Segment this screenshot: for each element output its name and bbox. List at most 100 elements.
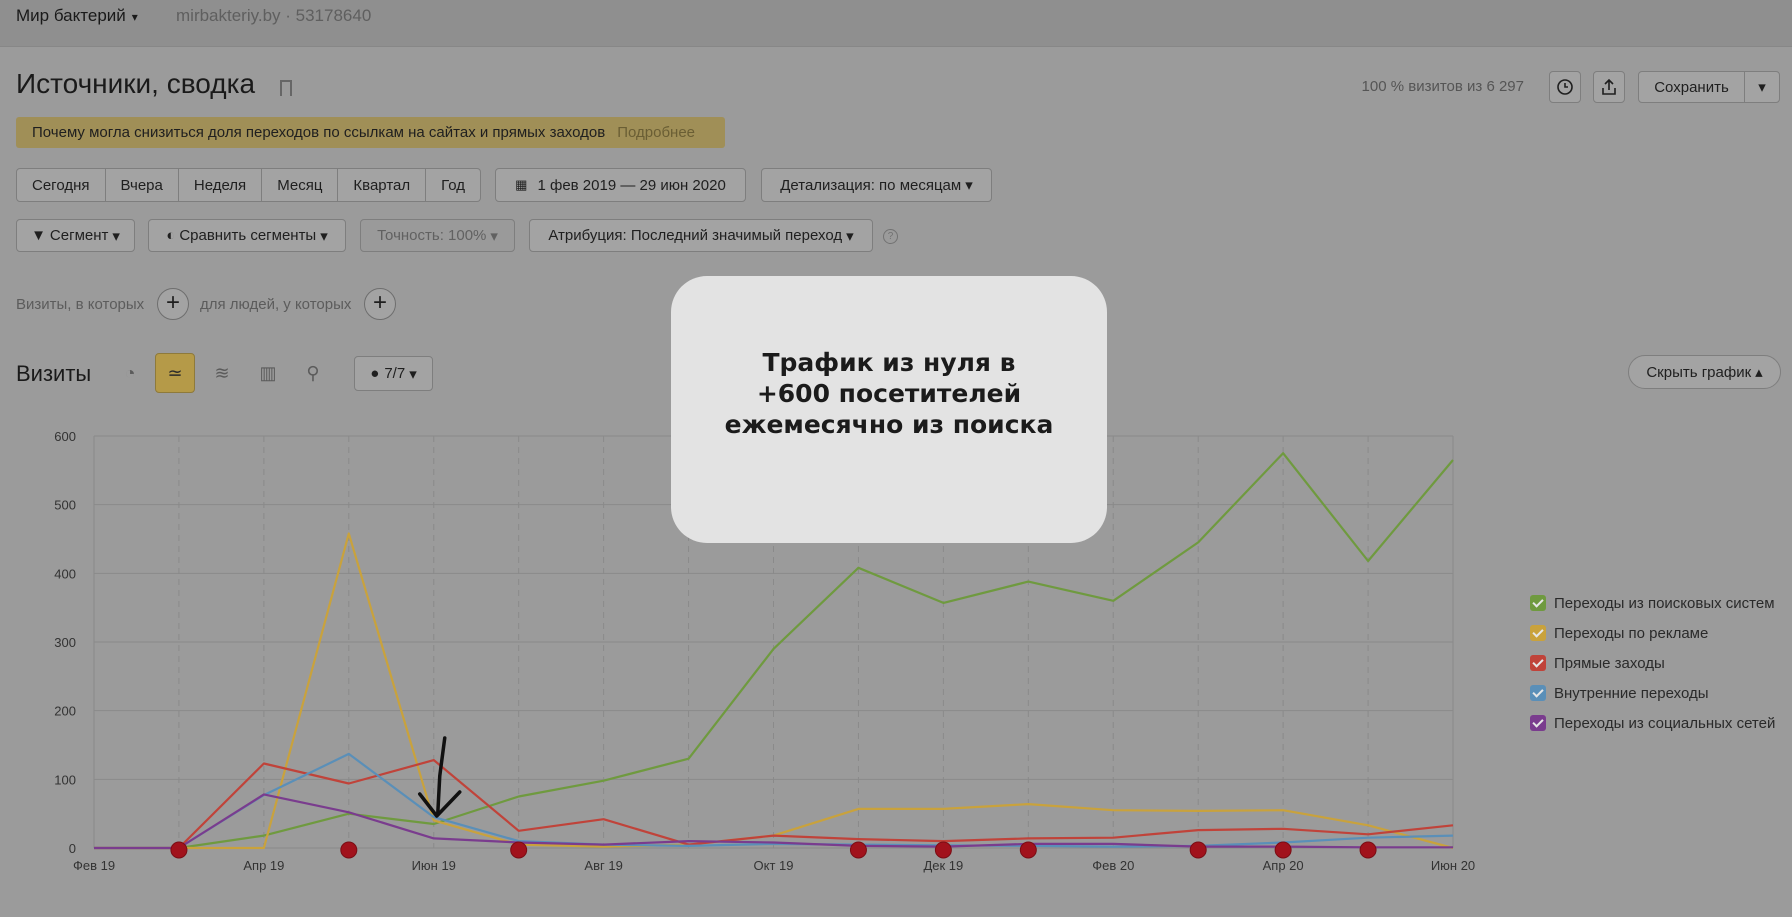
notice-text: Почему могла снизиться доля переходов по… — [32, 124, 606, 141]
notice-banner: Почему могла снизиться доля переходов по… — [16, 117, 725, 148]
accuracy-dropdown[interactable]: Точность: 100% ▾ — [360, 219, 515, 252]
annotation-marker — [170, 841, 188, 859]
comment-icon: ● — [370, 365, 380, 382]
y-tick-label: 0 — [69, 841, 76, 856]
segment-button[interactable]: ▼ Сегмент ▾ — [16, 219, 135, 252]
period-quarter[interactable]: Квартал — [338, 168, 427, 202]
plus-icon: + — [165, 289, 180, 316]
save-button[interactable]: Сохранить — [1638, 71, 1745, 103]
site-selector[interactable]: Мир бактерий ▾ — [16, 6, 138, 26]
overlay-text: Трафик из нуля в +600 посетителей ежемес… — [724, 348, 1054, 439]
share-icon — [1602, 78, 1616, 95]
checkbox-icon — [1530, 655, 1546, 671]
overlay-card: Трафик из нуля в +600 посетителей ежемес… — [671, 276, 1107, 543]
pie-chart-icon[interactable]: ◔ — [117, 360, 143, 386]
y-tick-label: 500 — [54, 498, 76, 513]
chevron-down-icon: ▾ — [490, 227, 498, 245]
hide-chart-button[interactable]: Скрыть график ▴ — [1628, 355, 1781, 389]
x-tick-label: Фев 20 — [1092, 858, 1134, 873]
help-icon[interactable]: ? — [883, 229, 898, 244]
area-chart-icon[interactable]: ≋ — [209, 360, 235, 386]
checkbox-icon — [1530, 685, 1546, 701]
detail-dropdown[interactable]: Детализация: по месяцам ▾ — [761, 168, 992, 202]
visits-stat: 100 % визитов из 6 297 — [1361, 78, 1524, 95]
annotations-dropdown[interactable]: ● 7/7 ▾ — [354, 356, 433, 391]
period-selector: Сегодня Вчера Неделя Месяц Квартал Год — [16, 168, 482, 202]
legend-label: Переходы из социальных сетей — [1554, 714, 1776, 732]
page-title: Источники, сводка — [16, 68, 256, 99]
annotation-marker — [1189, 841, 1207, 859]
compare-segments-button[interactable]: ◐ Сравнить сегменты ▾ — [148, 219, 346, 252]
period-week[interactable]: Неделя — [178, 168, 263, 202]
annotations-count: 7/7 — [384, 365, 406, 382]
line-chart-icon[interactable]: ≃ — [155, 353, 195, 393]
period-month[interactable]: Месяц — [262, 168, 339, 202]
detail-label: Детализация: по месяцам — [780, 176, 962, 194]
add-visit-filter-button[interactable]: + — [157, 288, 189, 320]
section-title: Визиты — [16, 361, 92, 386]
calendar-icon: ▦ — [515, 177, 528, 192]
chevron-down-icon: ▾ — [846, 227, 854, 245]
chevron-down-icon: ▾ — [1758, 79, 1766, 96]
legend-item-social[interactable]: Переходы из социальных сетей — [1530, 708, 1775, 738]
chevron-down-icon: ▾ — [320, 227, 328, 245]
x-tick-label: Авг 19 — [584, 858, 622, 873]
site-name: Мир бактерий — [16, 6, 126, 25]
visits-filter-label: Визиты, в которых — [16, 296, 145, 313]
add-people-filter-button[interactable]: + — [364, 288, 396, 320]
bar-chart-icon[interactable]: ▥ — [255, 360, 281, 386]
annotation-marker — [934, 841, 952, 859]
legend-label: Прямые заходы — [1554, 654, 1665, 672]
annotation-marker — [1274, 841, 1292, 859]
legend-item-direct[interactable]: Прямые заходы — [1530, 648, 1775, 678]
legend-item-internal[interactable]: Внутренние переходы — [1530, 678, 1775, 708]
annotation-marker — [1019, 841, 1037, 859]
map-pin-icon[interactable]: ⚲ — [300, 360, 326, 386]
arrow-icon — [436, 736, 447, 816]
x-tick-label: Окт 19 — [754, 858, 794, 873]
y-tick-label: 100 — [54, 772, 76, 787]
x-tick-label: Апр 20 — [1263, 858, 1304, 873]
compare-icon: ◐ — [166, 227, 176, 244]
bookmark-icon[interactable] — [280, 80, 292, 96]
export-button[interactable] — [1593, 71, 1625, 103]
save-options-button[interactable]: ▾ — [1744, 71, 1780, 103]
date-range-button[interactable]: ▦ 1 фев 2019 — 29 июн 2020 — [495, 168, 746, 202]
legend-item-ads[interactable]: Переходы по рекламе — [1530, 618, 1775, 648]
hide-chart-label: Скрыть график — [1646, 363, 1752, 381]
y-tick-label: 300 — [54, 635, 76, 650]
chevron-down-icon: ▾ — [112, 227, 120, 245]
legend-label: Переходы из поисковых систем — [1554, 594, 1775, 612]
period-yesterday[interactable]: Вчера — [105, 168, 179, 202]
compare-label: Сравнить сегменты — [179, 227, 317, 244]
annotation-marker — [340, 841, 358, 859]
x-tick-label: Апр 19 — [243, 858, 284, 873]
legend-item-search[interactable]: Переходы из поисковых систем — [1530, 588, 1775, 618]
annotation-marker — [510, 841, 528, 859]
notice-more-link[interactable]: Подробнее — [617, 124, 695, 141]
checkbox-icon — [1530, 595, 1546, 611]
top-bar: Мир бактерий ▾ mirbakteriy.by · 53178640 — [0, 0, 1792, 47]
filter-icon: ▼ — [31, 227, 46, 244]
attribution-label: Атрибуция: Последний значимый переход — [548, 227, 843, 244]
legend-label: Переходы по рекламе — [1554, 624, 1709, 642]
accuracy-label: Точность: 100% — [377, 227, 487, 244]
annotation-marker — [1359, 841, 1377, 859]
legend-label: Внутренние переходы — [1554, 684, 1709, 702]
clock-icon — [1557, 79, 1573, 95]
x-tick-label: Фев 19 — [73, 858, 115, 873]
x-tick-label: Дек 19 — [923, 858, 963, 873]
period-today[interactable]: Сегодня — [16, 168, 106, 202]
chevron-down-icon: ▾ — [131, 10, 138, 24]
x-tick-label: Июн 20 — [1431, 858, 1475, 873]
plus-icon: + — [372, 289, 387, 316]
people-filter-label: для людей, у которых — [200, 296, 352, 313]
chart-legend: Переходы из поисковых систем Переходы по… — [1530, 588, 1775, 738]
period-year[interactable]: Год — [426, 168, 482, 202]
x-tick-label: Июн 19 — [412, 858, 456, 873]
annotation-marker — [849, 841, 867, 859]
history-button[interactable] — [1549, 71, 1581, 103]
attribution-dropdown[interactable]: Атрибуция: Последний значимый переход ▾ — [529, 219, 873, 252]
y-tick-label: 200 — [54, 704, 76, 719]
chevron-down-icon: ▾ — [965, 177, 973, 194]
